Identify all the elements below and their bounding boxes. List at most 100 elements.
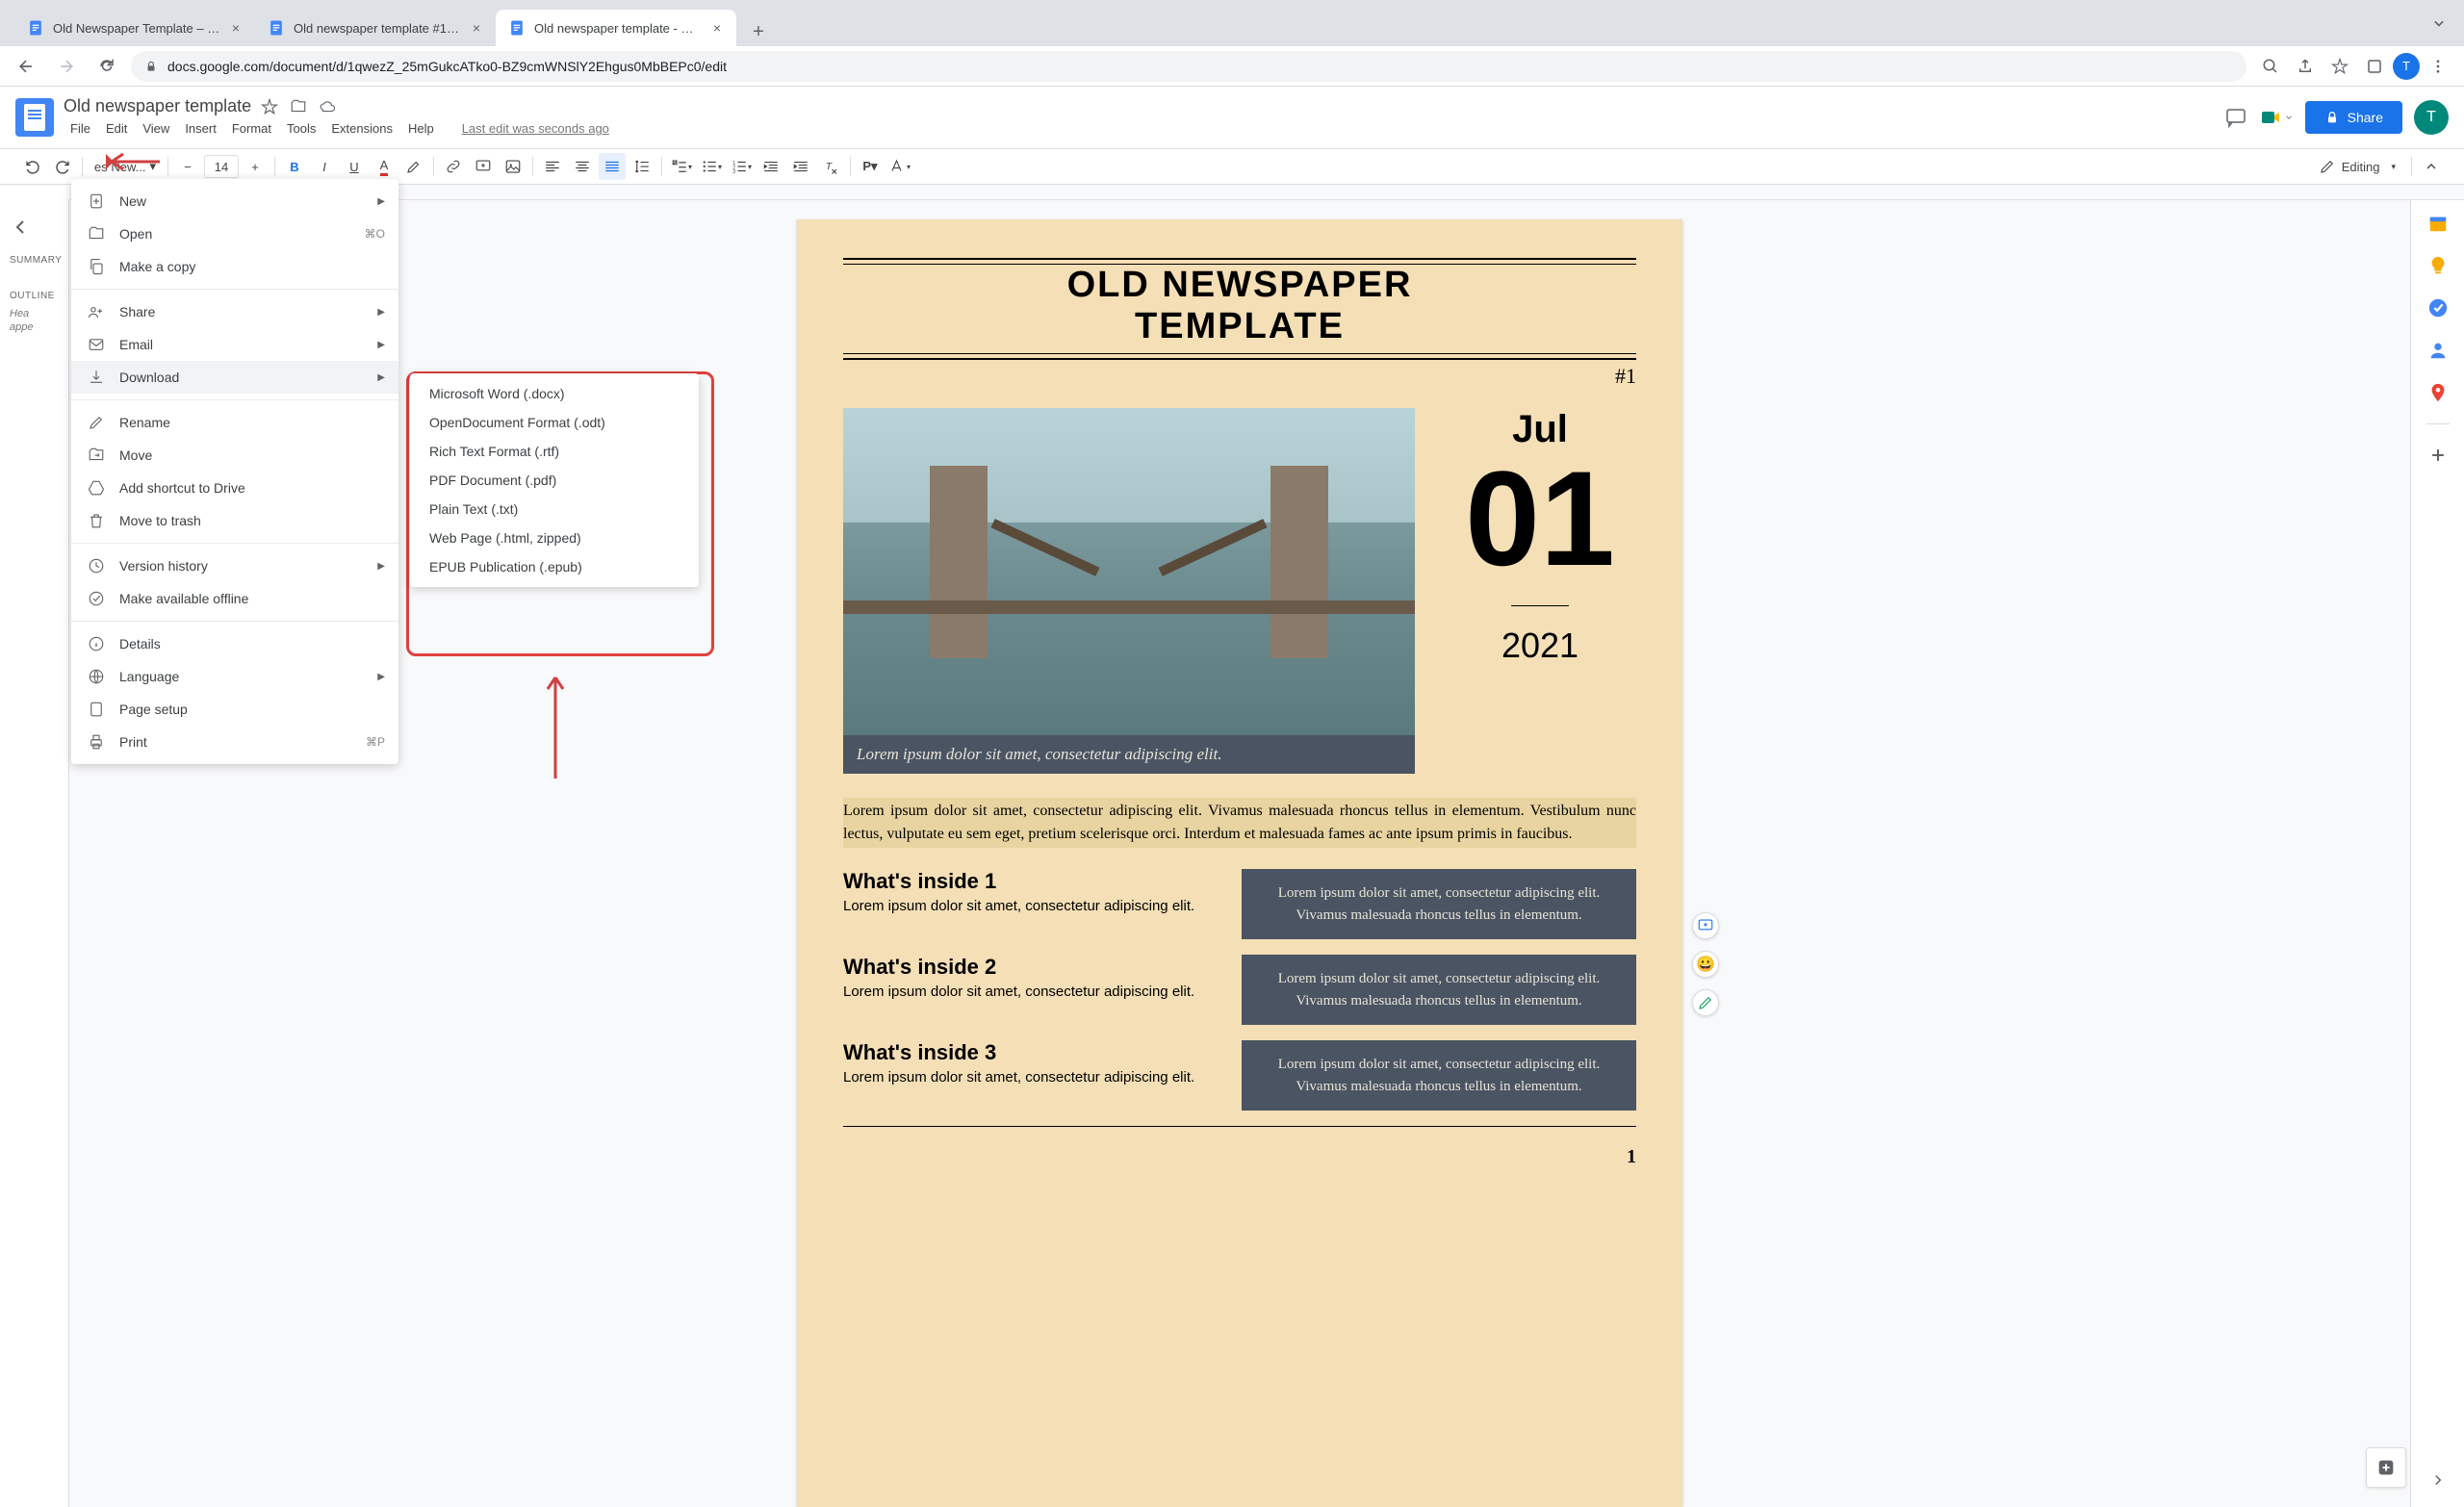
insert-image-button[interactable] — [500, 153, 526, 180]
document-title[interactable]: Old newspaper template — [64, 96, 251, 116]
decrease-font-button[interactable]: − — [174, 153, 201, 180]
calendar-icon[interactable] — [2426, 212, 2450, 235]
highlight-button[interactable] — [400, 153, 427, 180]
ruler[interactable] — [69, 185, 2464, 200]
clear-formatting-button[interactable]: T — [817, 153, 844, 180]
file-menu-email[interactable]: Email▶ — [71, 328, 398, 361]
keep-icon[interactable] — [2426, 254, 2450, 277]
file-menu-print[interactable]: Print⌘P — [71, 726, 398, 758]
align-justify-button[interactable] — [599, 153, 626, 180]
meet-icon[interactable] — [2259, 106, 2294, 129]
star-icon[interactable] — [261, 98, 278, 115]
undo-button[interactable] — [19, 153, 46, 180]
file-menu-version-history[interactable]: Version history▶ — [71, 549, 398, 582]
file-menu-language[interactable]: Language▶ — [71, 660, 398, 693]
download-format-option[interactable]: OpenDocument Format (.odt) — [410, 408, 699, 437]
zoom-icon[interactable] — [2254, 50, 2287, 83]
outline-back-icon[interactable] — [10, 216, 33, 239]
file-menu-make-a-copy[interactable]: Make a copy — [71, 250, 398, 283]
font-size-input[interactable]: 14 — [204, 155, 239, 178]
emoji-reaction-button[interactable]: 😀 — [1692, 951, 1719, 978]
cloud-status-icon[interactable] — [319, 98, 336, 115]
docs-logo[interactable] — [15, 98, 54, 137]
file-menu-open[interactable]: Open⌘O — [71, 217, 398, 250]
insert-comment-button[interactable] — [470, 153, 497, 180]
file-menu-page-setup[interactable]: Page setup — [71, 693, 398, 726]
download-format-option[interactable]: Web Page (.html, zipped) — [410, 524, 699, 552]
file-menu-share[interactable]: Share▶ — [71, 295, 398, 328]
tab-overflow-icon[interactable] — [2429, 13, 2449, 33]
browser-avatar[interactable]: T — [2393, 53, 2420, 80]
menu-insert[interactable]: Insert — [178, 118, 223, 139]
line-spacing-button[interactable] — [629, 153, 655, 180]
menu-tools[interactable]: Tools — [280, 118, 322, 139]
menu-format[interactable]: Format — [225, 118, 278, 139]
share-button[interactable]: Share — [2305, 101, 2402, 134]
menu-extensions[interactable]: Extensions — [324, 118, 399, 139]
tab-close-icon[interactable]: × — [228, 20, 244, 36]
file-menu-rename[interactable]: Rename — [71, 406, 398, 439]
increase-indent-button[interactable] — [787, 153, 814, 180]
underline-button[interactable]: U — [341, 153, 368, 180]
tab-close-icon[interactable]: × — [709, 20, 725, 36]
align-left-button[interactable] — [539, 153, 566, 180]
file-menu-new[interactable]: New▶ — [71, 185, 398, 217]
align-center-button[interactable] — [569, 153, 596, 180]
explore-button[interactable] — [2366, 1447, 2406, 1488]
forward-button[interactable] — [50, 50, 83, 83]
insert-link-button[interactable] — [440, 153, 467, 180]
download-format-option[interactable]: Rich Text Format (.rtf) — [410, 437, 699, 466]
download-format-option[interactable]: EPUB Publication (.epub) — [410, 552, 699, 581]
numbered-list-button[interactable]: 123▾ — [728, 153, 755, 180]
menu-file[interactable]: File — [64, 118, 97, 139]
increase-font-button[interactable]: + — [242, 153, 269, 180]
suggest-edit-button[interactable] — [1692, 989, 1719, 1016]
bold-button[interactable]: B — [281, 153, 308, 180]
menu-edit[interactable]: Edit — [99, 118, 134, 139]
add-comment-button[interactable] — [1692, 912, 1719, 939]
bookmark-icon[interactable] — [2323, 50, 2356, 83]
file-menu-details[interactable]: Details — [71, 627, 398, 660]
checklist-button[interactable]: ▾ — [668, 153, 695, 180]
back-button[interactable] — [10, 50, 42, 83]
input-tools-button[interactable]: ▾ — [886, 153, 913, 180]
reload-button[interactable] — [90, 50, 123, 83]
file-menu-move[interactable]: Move — [71, 439, 398, 472]
paragraph-styles-button[interactable]: P▾ — [857, 153, 884, 180]
font-select[interactable]: es New...▾ — [89, 157, 162, 176]
decrease-indent-button[interactable] — [757, 153, 784, 180]
file-menu-add-shortcut-to-drive[interactable]: Add shortcut to Drive — [71, 472, 398, 504]
extensions-icon[interactable] — [2358, 50, 2391, 83]
text-color-button[interactable]: A — [371, 153, 398, 180]
browser-tab[interactable]: Old newspaper template #1 - G × — [255, 10, 496, 46]
menu-help[interactable]: Help — [401, 118, 441, 139]
browser-tab-active[interactable]: Old newspaper template - Goo × — [496, 10, 736, 46]
file-menu-make-available-offline[interactable]: Make available offline — [71, 582, 398, 615]
get-addons-button[interactable] — [2426, 444, 2450, 467]
contacts-icon[interactable] — [2426, 339, 2450, 362]
browser-tab[interactable]: Old Newspaper Template – Fre × — [14, 10, 255, 46]
new-tab-button[interactable]: + — [744, 17, 773, 46]
browser-menu-icon[interactable] — [2422, 50, 2454, 83]
download-format-option[interactable]: Microsoft Word (.docx) — [410, 379, 699, 408]
collapse-toolbar-button[interactable] — [2418, 153, 2445, 180]
download-format-option[interactable]: PDF Document (.pdf) — [410, 466, 699, 495]
editing-mode-button[interactable]: Editing ▾ — [2309, 154, 2405, 179]
user-avatar[interactable]: T — [2414, 100, 2449, 135]
address-bar[interactable]: docs.google.com/document/d/1qwezZ_25mGuk… — [131, 51, 2246, 82]
italic-button[interactable]: I — [311, 153, 338, 180]
move-folder-icon[interactable] — [290, 98, 307, 115]
file-menu-download[interactable]: Download▶ — [71, 361, 398, 394]
download-format-option[interactable]: Plain Text (.txt) — [410, 495, 699, 524]
menu-view[interactable]: View — [136, 118, 176, 139]
hide-sidepanel-button[interactable] — [2426, 1469, 2450, 1492]
share-outline-icon[interactable] — [2289, 50, 2322, 83]
file-menu-move-to-trash[interactable]: Move to trash — [71, 504, 398, 537]
maps-icon[interactable] — [2426, 381, 2450, 404]
tab-close-icon[interactable]: × — [469, 20, 484, 36]
redo-button[interactable] — [49, 153, 76, 180]
bulleted-list-button[interactable]: ▾ — [698, 153, 725, 180]
tasks-icon[interactable] — [2426, 296, 2450, 319]
last-edit-link[interactable]: Last edit was seconds ago — [462, 121, 609, 136]
comment-history-icon[interactable] — [2224, 106, 2247, 129]
